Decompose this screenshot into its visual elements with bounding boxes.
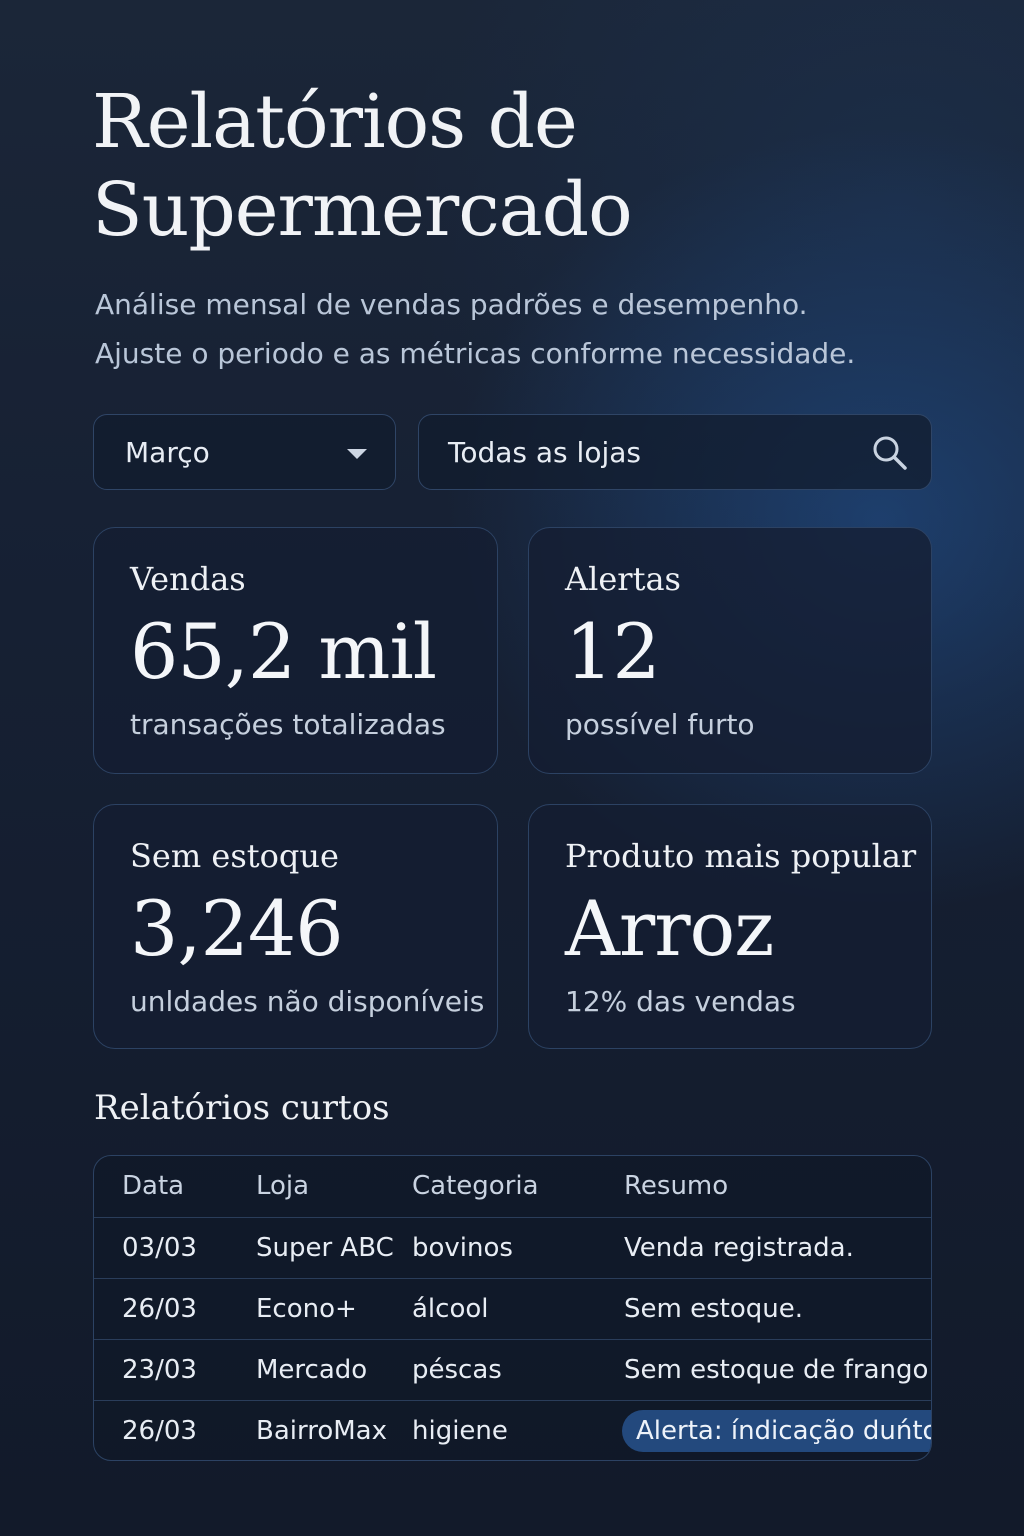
sales-card[interactable]: Vendas 65,2 mil transações totalizadas [93,527,498,774]
table-header-row: Data Loja Categoria Resumo [94,1156,931,1218]
page-title-line-2: Supermercado [92,167,633,253]
alerts-card-label: Alertas [565,560,681,598]
out-of-stock-card-value: 3,246 [130,884,344,973]
popular-product-card[interactable]: Produto mais popular Arroz 12% das venda… [528,804,932,1049]
table-row[interactable]: 26/03 BairroMax higiene Alerta: índicaçã… [94,1401,931,1460]
table-row[interactable]: 03/03 Super ABC bovinos Venda registrada… [94,1218,931,1279]
month-select[interactable]: Março [93,414,396,490]
column-header-date[interactable]: Data [122,1156,184,1216]
subtitle-line-1: Análise mensal de vendas padrões e desem… [95,288,808,321]
cell-date: 26/03 [122,1294,197,1324]
cell-date: 26/03 [122,1416,197,1446]
page-title: Relatórios de Supermercado [92,78,892,254]
store-search-value: Todas as lojas [448,435,641,469]
out-of-stock-card-caption: unldades não disponíveis [130,985,485,1018]
alerts-card[interactable]: Alertas 12 possível furto [528,527,932,774]
alerts-card-caption: possível furto [565,708,755,741]
subtitle-line-2: Ajuste o periodo e as métricas conforme … [95,337,856,370]
search-icon[interactable] [871,434,909,472]
alerts-card-value: 12 [565,607,661,696]
store-search-input[interactable]: Todas as lojas [418,414,932,490]
sales-card-label: Vendas [130,560,246,598]
column-header-store[interactable]: Loja [256,1156,309,1216]
sales-card-caption: transações totalizadas [130,708,446,741]
month-select-value: Março [125,435,210,469]
out-of-stock-card-label: Sem estoque [130,837,339,875]
table-row[interactable]: 23/03 Mercado péscas Sem estoque de fran… [94,1340,931,1401]
cell-summary: Alerta: índicação duńto [622,1401,931,1460]
out-of-stock-card[interactable]: Sem estoque 3,246 unldades não disponíve… [93,804,498,1049]
cell-category: higiene [412,1416,508,1446]
cell-summary: Sem estoque de frango [624,1355,929,1385]
cell-store: Econo+ [256,1294,357,1324]
cell-summary: Venda registrada. [624,1233,854,1263]
alert-badge[interactable]: Alerta: índicação duńto [622,1410,931,1452]
popular-product-card-value: Arroz [565,884,774,973]
cell-date: 03/03 [122,1233,197,1263]
cell-store: Mercado [256,1355,368,1385]
cell-category: péscas [412,1355,502,1385]
cell-category: bovinos [412,1233,513,1263]
reports-section-title: Relatórios curtos [94,1088,390,1128]
column-header-category[interactable]: Categoria [412,1156,539,1216]
cell-category: álcool [412,1294,489,1324]
popular-product-card-caption: 12% das vendas [565,985,796,1018]
page-subtitle: Análise mensal de vendas padrões e desem… [95,280,935,378]
chevron-down-icon [347,449,367,459]
popular-product-card-label: Produto mais popular [565,837,917,875]
cell-store: BairroMax [256,1416,388,1446]
page-title-line-1: Relatórios de [92,79,578,165]
cell-date: 23/03 [122,1355,197,1385]
cell-store: Super ABC [256,1233,394,1263]
column-header-summary[interactable]: Resumo [624,1156,728,1216]
sales-card-value: 65,2 mil [130,607,437,696]
reports-table: Data Loja Categoria Resumo 03/03 Super A… [93,1155,932,1461]
table-row[interactable]: 26/03 Econo+ álcool Sem estoque. [94,1279,931,1340]
cell-summary: Sem estoque. [624,1294,803,1324]
